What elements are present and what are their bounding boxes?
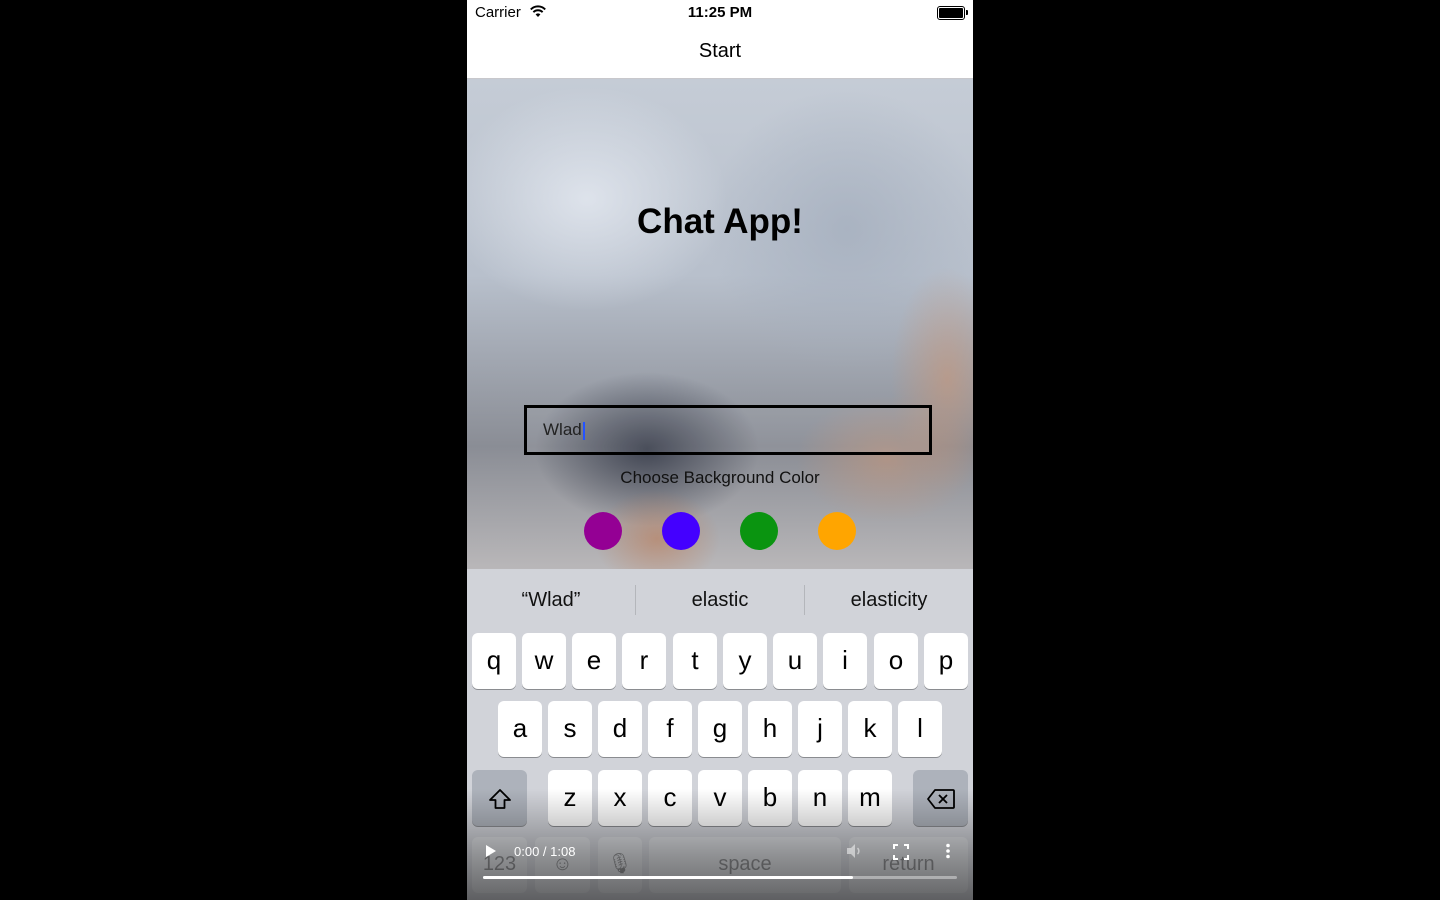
key-q[interactable]: q xyxy=(472,633,516,689)
phone-screen: Carrier 11:25 PM Start Chat App! Wlad Ch… xyxy=(467,0,973,900)
color-swatch-orange[interactable] xyxy=(818,512,856,550)
key-t[interactable]: t xyxy=(673,633,717,689)
name-input-value: Wlad xyxy=(543,420,582,439)
color-swatch-blue[interactable] xyxy=(662,512,700,550)
color-swatch-purple[interactable] xyxy=(584,512,622,550)
key-j[interactable]: j xyxy=(798,701,842,757)
choose-color-label: Choose Background Color xyxy=(620,468,820,487)
status-time: 11:25 PM xyxy=(687,4,753,21)
key-y[interactable]: y xyxy=(723,633,767,689)
key-d[interactable]: d xyxy=(598,701,642,757)
video-time: 0:00 / 1:08 xyxy=(514,844,576,859)
text-cursor xyxy=(582,421,585,440)
name-input[interactable]: Wlad xyxy=(524,405,932,455)
suggestion-2[interactable]: elastic xyxy=(636,569,804,631)
key-h[interactable]: h xyxy=(748,701,792,757)
fullscreen-icon[interactable] xyxy=(893,844,909,865)
video-progress-bar[interactable] xyxy=(483,876,957,879)
key-l[interactable]: l xyxy=(898,701,942,757)
suggestion-bar: “Wlad” elastic elasticity xyxy=(467,569,973,631)
volume-icon[interactable] xyxy=(845,843,863,864)
suggestion-3[interactable]: elasticity xyxy=(805,569,973,631)
video-controls: 0:00 / 1:08 xyxy=(467,836,973,900)
key-a[interactable]: a xyxy=(498,701,542,757)
battery-icon xyxy=(937,6,968,20)
suggestion-1[interactable]: “Wlad” xyxy=(467,569,635,631)
color-swatch-green[interactable] xyxy=(740,512,778,550)
key-f[interactable]: f xyxy=(648,701,692,757)
play-icon[interactable] xyxy=(486,845,496,857)
key-r[interactable]: r xyxy=(622,633,666,689)
navigation-bar: Start xyxy=(467,26,973,79)
key-i[interactable]: i xyxy=(823,633,867,689)
video-progress-fill xyxy=(483,876,853,879)
key-e[interactable]: e xyxy=(572,633,616,689)
background-image: Chat App! Wlad Choose Background Color xyxy=(467,79,973,569)
key-p[interactable]: p xyxy=(924,633,968,689)
more-options-icon[interactable] xyxy=(945,843,951,864)
key-k[interactable]: k xyxy=(848,701,892,757)
app-title: Chat App! xyxy=(637,202,803,241)
status-bar: Carrier 11:25 PM xyxy=(467,0,973,26)
nav-title: Start xyxy=(698,40,742,62)
key-g[interactable]: g xyxy=(698,701,742,757)
key-u[interactable]: u xyxy=(773,633,817,689)
key-s[interactable]: s xyxy=(548,701,592,757)
key-o[interactable]: o xyxy=(874,633,918,689)
key-w[interactable]: w xyxy=(522,633,566,689)
